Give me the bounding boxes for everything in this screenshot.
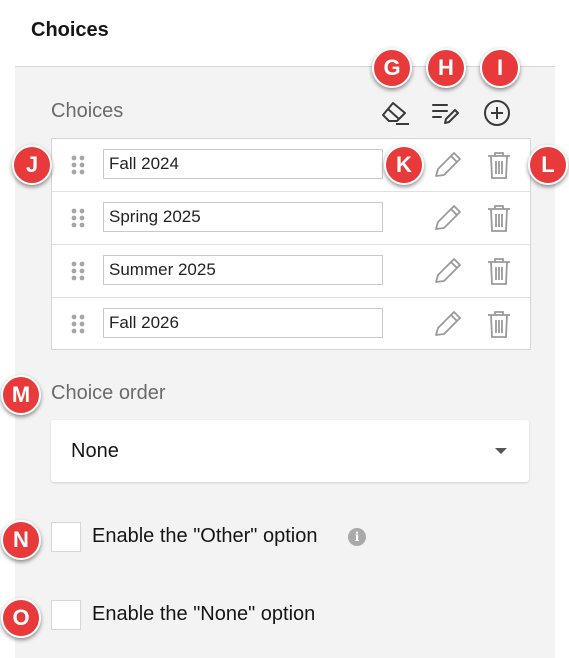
choice-input[interactable] (103, 255, 383, 285)
choice-input[interactable] (103, 149, 383, 179)
chevron-down-icon (495, 448, 507, 454)
drag-handle-icon[interactable] (70, 313, 86, 335)
choice-input[interactable] (103, 202, 383, 232)
other-option-checkbox[interactable] (51, 522, 81, 552)
drag-handle-icon[interactable] (70, 154, 86, 176)
edit-all-choices-button[interactable] (428, 96, 462, 130)
none-option-label: Enable the "None" option (92, 603, 316, 625)
trash-icon[interactable] (482, 308, 516, 340)
pencil-icon[interactable] (430, 202, 464, 234)
choices-list (51, 138, 531, 350)
choice-order-label: Choice order (51, 382, 166, 404)
trash-icon[interactable] (482, 202, 516, 234)
clear-choices-button[interactable] (378, 96, 412, 130)
choice-input[interactable] (103, 308, 383, 338)
choice-order-dropdown[interactable]: None (51, 420, 529, 482)
callout-marker-i: I (480, 48, 520, 88)
callout-marker-o: O (1, 598, 41, 638)
choices-label: Choices (51, 100, 124, 122)
callout-marker-j: J (12, 145, 52, 185)
pencil-icon[interactable] (430, 308, 464, 340)
callout-marker-n: N (1, 520, 41, 560)
trash-icon[interactable] (482, 149, 516, 181)
choice-row (52, 298, 530, 349)
none-option-checkbox[interactable] (51, 600, 81, 630)
choice-order-value: None (71, 440, 119, 462)
pencil-icon[interactable] (430, 149, 464, 181)
plus-circle-icon (484, 100, 510, 126)
callout-marker-k: K (384, 145, 424, 185)
choice-row (52, 245, 530, 298)
callout-marker-g: G (372, 48, 412, 88)
trash-icon[interactable] (482, 255, 516, 287)
section-title: Choices (31, 19, 109, 41)
add-choice-button[interactable] (480, 96, 514, 130)
drag-handle-icon[interactable] (70, 260, 86, 282)
list-edit-icon (432, 104, 459, 124)
callout-marker-l: L (528, 145, 568, 185)
eraser-icon (382, 102, 409, 125)
other-option-label: Enable the "Other" option (92, 525, 318, 547)
choice-row (52, 139, 530, 192)
callout-marker-m: M (1, 375, 41, 415)
pencil-icon[interactable] (430, 255, 464, 287)
drag-handle-icon[interactable] (70, 207, 86, 229)
info-icon[interactable]: i (348, 528, 366, 546)
callout-marker-h: H (426, 48, 466, 88)
choice-row (52, 192, 530, 245)
